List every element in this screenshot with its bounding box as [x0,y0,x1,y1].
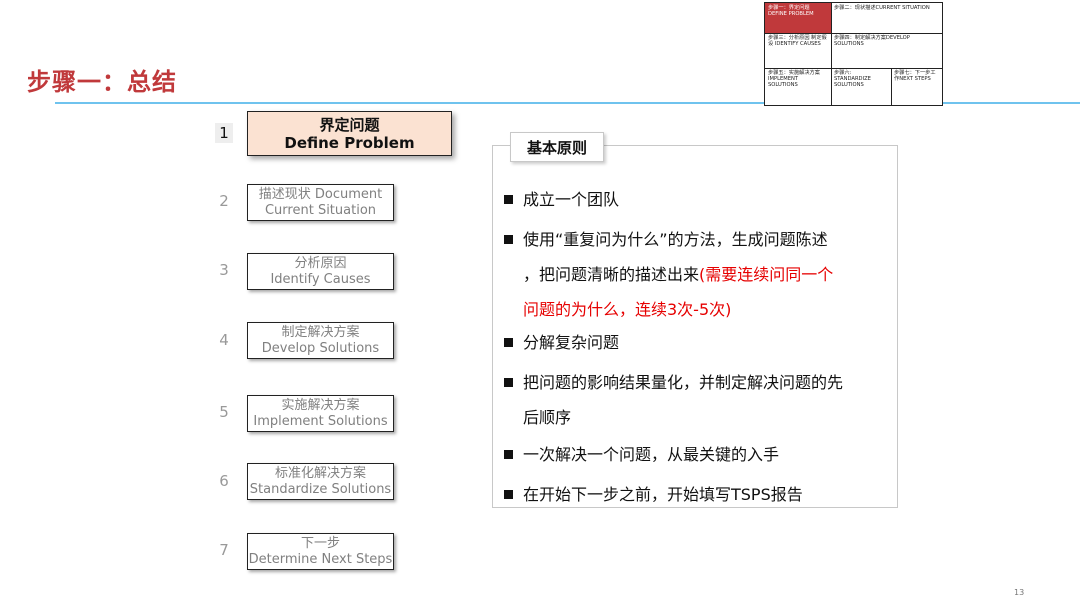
page-title: 步骤一：总结 [27,68,177,96]
bullet-icon [504,490,513,499]
overview-cell-standardize-solutions: 步骤六: STANDARDIZE SOLUTIONS [834,70,871,88]
step-number-1: 1 [215,123,233,143]
principle-5-line-1: 一次解决一个问题，从最关键的入手 [523,445,780,464]
steps-overview-grid: 步骤一：界定问题 DEFINE PROBLEM 步骤二：现状描述CURRENT … [764,2,943,106]
step-3-en-label: Identify Causes [270,271,371,287]
principle-1-line-1: 成立一个团队 [523,190,620,209]
step-7-en-label: Determine Next Steps [248,551,393,567]
principle-2-line-2: ，把问题清晰的描述出来 [523,265,700,284]
overview-cell-develop-solutions: 步骤四：制定解决方案DEVELOP SOLUTIONS [834,35,910,47]
principle-4-line-1: 把问题的影响结果量化，并制定解决问题的先 [523,373,844,392]
grid-line [765,68,942,69]
overview-cell-identify-causes: 步骤三：分析原因 制定假设 IDENTIFY CAUSES [768,35,827,47]
step-2-en-label: Current Situation [264,202,377,218]
step-number-4: 4 [219,331,229,349]
step-1-en-label: Define Problem [284,133,415,152]
principle-2-emphasis-1: (需要连续问同一个 [699,265,834,284]
principle-item-2: 使用“重复问为什么”的方法，生成问题陈述 ，把问题清晰的描述出来(需要连续问同一… [523,222,893,327]
step-3-identify-causes[interactable]: 分析原因 Identify Causes [247,253,394,290]
principle-item-5: 一次解决一个问题，从最关键的入手 [523,437,893,472]
step-number-3: 3 [219,261,229,279]
step-5-implement-solutions[interactable]: 实施解决方案 Implement Solutions [247,395,394,432]
overview-cell-define: 步骤一：界定问题 DEFINE PROBLEM [765,3,831,33]
step-1-zh-label: 界定问题 [319,115,380,134]
grid-line [765,33,942,34]
bullet-icon [504,195,513,204]
principle-item-1: 成立一个团队 [523,182,893,217]
principle-item-4: 把问题的影响结果量化，并制定解决问题的先 后顺序 [523,365,893,435]
step-6-en-label: Standardize Solutions [249,481,392,497]
step-1-define-problem[interactable]: 界定问题 Define Problem [247,111,452,156]
bullet-icon [504,235,513,244]
page-number: 13 [1014,588,1025,597]
bullet-icon [504,450,513,459]
step-7-next-steps[interactable]: 下一步 Determine Next Steps [247,533,394,570]
bullet-icon [504,338,513,347]
step-5-en-label: Implement Solutions [253,413,388,429]
grid-line [831,3,832,105]
principle-2-line-1: 使用“重复问为什么”的方法，生成问题陈述 [523,230,828,249]
step-7-zh-label: 下一步 [300,535,340,551]
principle-3-line-1: 分解复杂问题 [523,333,620,352]
step-number-2: 2 [219,192,229,210]
step-4-zh-label: 制定解决方案 [281,324,360,340]
step-number-5: 5 [219,403,229,421]
step-2-current-situation[interactable]: 描述现状 Document Current Situation [247,184,394,221]
step-4-en-label: Develop Solutions [261,340,380,356]
step-6-standardize-solutions[interactable]: 标准化解决方案 Standardize Solutions [247,463,394,500]
principle-6-line-1: 在开始下一步之前，开始填写TSPS报告 [523,485,803,504]
principle-4-line-2: 后顺序 [523,408,572,427]
overview-cell-implement-solutions: 步骤五：实施解决方案IMPLEMENT SOLUTIONS [768,70,820,88]
principle-2-emphasis-2: 问题的为什么，连续3次-5次) [523,300,732,319]
step-number-6: 6 [219,472,229,490]
overview-cell-next-steps: 步骤七：下一步工作NEXT STEPS [894,70,936,82]
step-2-zh-label: 描述现状 Document [258,186,383,202]
overview-cell-current-situation: 步骤二：现状描述CURRENT SITUATION [834,5,930,11]
principle-item-6: 在开始下一步之前，开始填写TSPS报告 [523,477,893,512]
step-4-develop-solutions[interactable]: 制定解决方案 Develop Solutions [247,322,394,359]
principles-heading: 基本原则 [510,132,604,162]
step-3-zh-label: 分析原因 [294,255,347,271]
principle-item-3: 分解复杂问题 [523,325,893,360]
step-number-7: 7 [219,541,229,559]
bullet-icon [504,378,513,387]
step-5-zh-label: 实施解决方案 [281,397,360,413]
grid-line [891,68,892,105]
step-6-zh-label: 标准化解决方案 [274,465,366,481]
